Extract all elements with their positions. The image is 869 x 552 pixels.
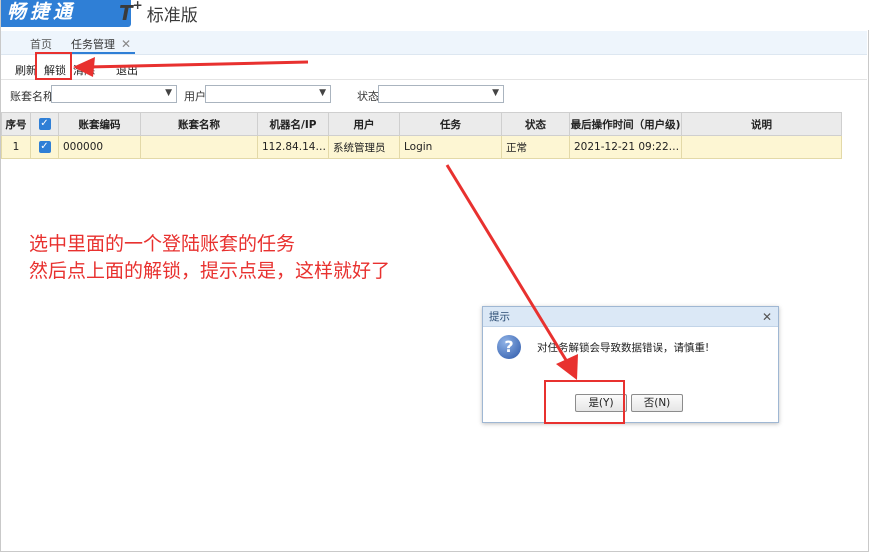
row-last-time: 2021-12-21 09:22:18 xyxy=(569,135,682,159)
row-machine: 112.84.149.... xyxy=(257,135,329,159)
task-table: 序号 ✓ 账套编码 账套名称 机器名/IP 用户 任务 状态 最后操作时间（用户… xyxy=(1,112,842,159)
col-select-all[interactable]: ✓ xyxy=(30,112,59,136)
product-edition: 标准版 xyxy=(146,5,198,26)
app-window: 畅捷通 T+ 标准版 首页 任务管理 ✕ 刷新 解锁 清除 退出 账套名称 ▼ 用… xyxy=(0,0,869,552)
col-machine[interactable]: 机器名/IP xyxy=(257,112,329,136)
row-index: 1 xyxy=(1,135,31,159)
tab-task-management-label: 任务管理 xyxy=(71,38,115,51)
question-icon: ? xyxy=(497,335,521,359)
status-label: 状态 xyxy=(357,90,379,103)
checkbox-checked-icon[interactable]: ✓ xyxy=(38,141,51,153)
tab-bar: 首页 任务管理 ✕ xyxy=(1,31,867,55)
app-header: 畅捷通 T+ 标准版 xyxy=(1,0,869,30)
exit-button[interactable]: 退出 xyxy=(116,62,138,78)
col-user[interactable]: 用户 xyxy=(328,112,400,136)
unlock-button[interactable]: 解锁 xyxy=(44,62,66,78)
col-status[interactable]: 状态 xyxy=(501,112,570,136)
yes-button[interactable]: 是(Y) xyxy=(575,394,627,412)
chevron-down-icon: ▼ xyxy=(165,88,172,98)
product-mark: T+ xyxy=(119,0,143,25)
col-account-code[interactable]: 账套编码 xyxy=(58,112,141,136)
tab-home[interactable]: 首页 xyxy=(30,36,52,54)
status-select[interactable]: ▼ xyxy=(378,85,504,103)
table-row[interactable]: 1 ✓ 000000 112.84.149.... 系统管理员 Login 正常… xyxy=(1,135,842,159)
dialog-message: 对任务解锁会导致数据错误，请慎重! xyxy=(537,342,710,354)
product-name: T+ 标准版 xyxy=(119,0,198,26)
instruction-line-1: 选中里面的一个登陆账套的任务 xyxy=(29,233,296,255)
user-label: 用户 xyxy=(184,90,206,103)
checkbox-checked-icon[interactable]: ✓ xyxy=(38,118,51,130)
row-note xyxy=(681,135,842,159)
account-name-select[interactable]: ▼ xyxy=(51,85,177,103)
dialog-title-bar: 提示 ✕ xyxy=(483,307,778,327)
user-select[interactable]: ▼ xyxy=(205,85,331,103)
row-task: Login xyxy=(399,135,502,159)
row-account-name xyxy=(140,135,258,159)
chevron-down-icon: ▼ xyxy=(492,88,499,98)
col-account-name[interactable]: 账套名称 xyxy=(140,112,258,136)
clear-button[interactable]: 清除 xyxy=(73,62,95,78)
instruction-line-2: 然后点上面的解锁，提示点是，这样就好了 xyxy=(29,260,391,282)
close-icon[interactable]: ✕ xyxy=(121,37,131,51)
col-note[interactable]: 说明 xyxy=(681,112,842,136)
row-checkbox[interactable]: ✓ xyxy=(30,135,59,159)
row-status: 正常 xyxy=(501,135,570,159)
refresh-button[interactable]: 刷新 xyxy=(15,62,37,78)
dialog-title: 提示 xyxy=(489,311,510,323)
filter-row: 账套名称 ▼ 用户 ▼ 状态 ▼ xyxy=(1,81,867,109)
col-index[interactable]: 序号 xyxy=(1,112,31,136)
row-user: 系统管理员 xyxy=(328,135,400,159)
account-name-label: 账套名称 xyxy=(10,90,54,103)
table-header-row: 序号 ✓ 账套编码 账套名称 机器名/IP 用户 任务 状态 最后操作时间（用户… xyxy=(1,112,842,136)
col-last-time[interactable]: 最后操作时间（用户级) xyxy=(569,112,682,136)
close-icon[interactable]: ✕ xyxy=(762,307,772,327)
col-task[interactable]: 任务 xyxy=(399,112,502,136)
row-account-code: 000000 xyxy=(58,135,141,159)
confirm-dialog: 提示 ✕ ? 对任务解锁会导致数据错误，请慎重! 是(Y) 否(N) xyxy=(482,306,779,423)
toolbar: 刷新 解锁 清除 退出 xyxy=(1,56,867,80)
tab-task-management[interactable]: 任务管理 ✕ xyxy=(69,36,136,54)
brand-logo: 畅捷通 xyxy=(1,0,131,27)
no-button[interactable]: 否(N) xyxy=(631,394,683,412)
chevron-down-icon: ▼ xyxy=(319,88,326,98)
